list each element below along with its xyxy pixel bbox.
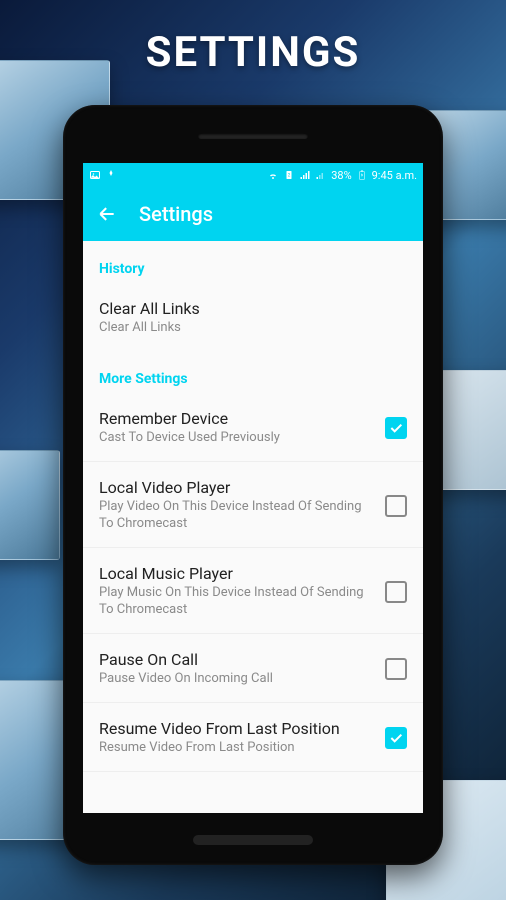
tools-icon	[105, 169, 117, 181]
setting-title: Local Video Player	[99, 478, 375, 497]
phone-screen: 2 38% 9:45 a.m.	[83, 163, 423, 813]
setting-subtitle: Play Music On This Device Instead Of Sen…	[99, 585, 375, 619]
checkbox-remember-device[interactable]	[385, 417, 407, 439]
setting-subtitle: Cast To Device Used Previously	[99, 430, 375, 447]
checkbox-local-music[interactable]	[385, 581, 407, 603]
phone-speaker	[198, 133, 308, 139]
statusbar-right: 2 38% 9:45 a.m.	[267, 169, 417, 182]
phone-frame: 2 38% 9:45 a.m.	[63, 105, 443, 865]
setting-subtitle: Clear All Links	[99, 320, 397, 337]
setting-text: Resume Video From Last Position Resume V…	[99, 719, 385, 757]
phone-home-button	[193, 835, 313, 845]
back-arrow-icon[interactable]	[97, 204, 117, 224]
setting-subtitle: Play Video On This Device Instead Of Sen…	[99, 499, 375, 533]
statusbar-left	[89, 169, 117, 181]
setting-text: Local Video Player Play Video On This De…	[99, 478, 385, 533]
checkbox-resume-video[interactable]	[385, 727, 407, 749]
app-toolbar: Settings	[83, 187, 423, 241]
setting-text: Clear All Links Clear All Links	[99, 299, 407, 337]
signal-icon	[299, 169, 311, 181]
bg-cube	[0, 450, 60, 560]
setting-text: Local Music Player Play Music On This De…	[99, 564, 385, 619]
setting-text: Remember Device Cast To Device Used Prev…	[99, 409, 385, 447]
setting-resume-video[interactable]: Resume Video From Last Position Resume V…	[83, 703, 423, 772]
setting-subtitle: Resume Video From Last Position	[99, 740, 375, 757]
setting-title: Local Music Player	[99, 564, 375, 583]
battery-charging-icon	[356, 169, 368, 181]
status-bar: 2 38% 9:45 a.m.	[83, 163, 423, 187]
setting-title: Clear All Links	[99, 299, 397, 318]
signal-icon	[315, 169, 327, 181]
battery-text: 38%	[331, 169, 351, 182]
setting-title: Pause On Call	[99, 650, 375, 669]
settings-content[interactable]: History Clear All Links Clear All Links …	[83, 241, 423, 813]
clock-text: 9:45 a.m.	[372, 169, 417, 182]
checkbox-pause-on-call[interactable]	[385, 658, 407, 680]
setting-subtitle: Pause Video On Incoming Call	[99, 671, 375, 688]
app-background: SETTINGS 2	[0, 0, 506, 900]
setting-pause-on-call[interactable]: Pause On Call Pause Video On Incoming Ca…	[83, 634, 423, 703]
setting-text: Pause On Call Pause Video On Incoming Ca…	[99, 650, 385, 688]
wifi-icon	[267, 169, 279, 181]
setting-local-video[interactable]: Local Video Player Play Video On This De…	[83, 462, 423, 548]
checkbox-local-video[interactable]	[385, 495, 407, 517]
setting-clear-links[interactable]: Clear All Links Clear All Links	[83, 283, 423, 351]
toolbar-title: Settings	[139, 202, 213, 226]
setting-title: Resume Video From Last Position	[99, 719, 375, 738]
page-title: SETTINGS	[146, 28, 361, 77]
setting-title: Remember Device	[99, 409, 375, 428]
setting-local-music[interactable]: Local Music Player Play Music On This De…	[83, 548, 423, 634]
image-icon	[89, 169, 101, 181]
section-header-history: History	[83, 241, 423, 283]
setting-remember-device[interactable]: Remember Device Cast To Device Used Prev…	[83, 393, 423, 462]
section-header-more: More Settings	[83, 351, 423, 393]
sim-icon: 2	[283, 169, 295, 181]
